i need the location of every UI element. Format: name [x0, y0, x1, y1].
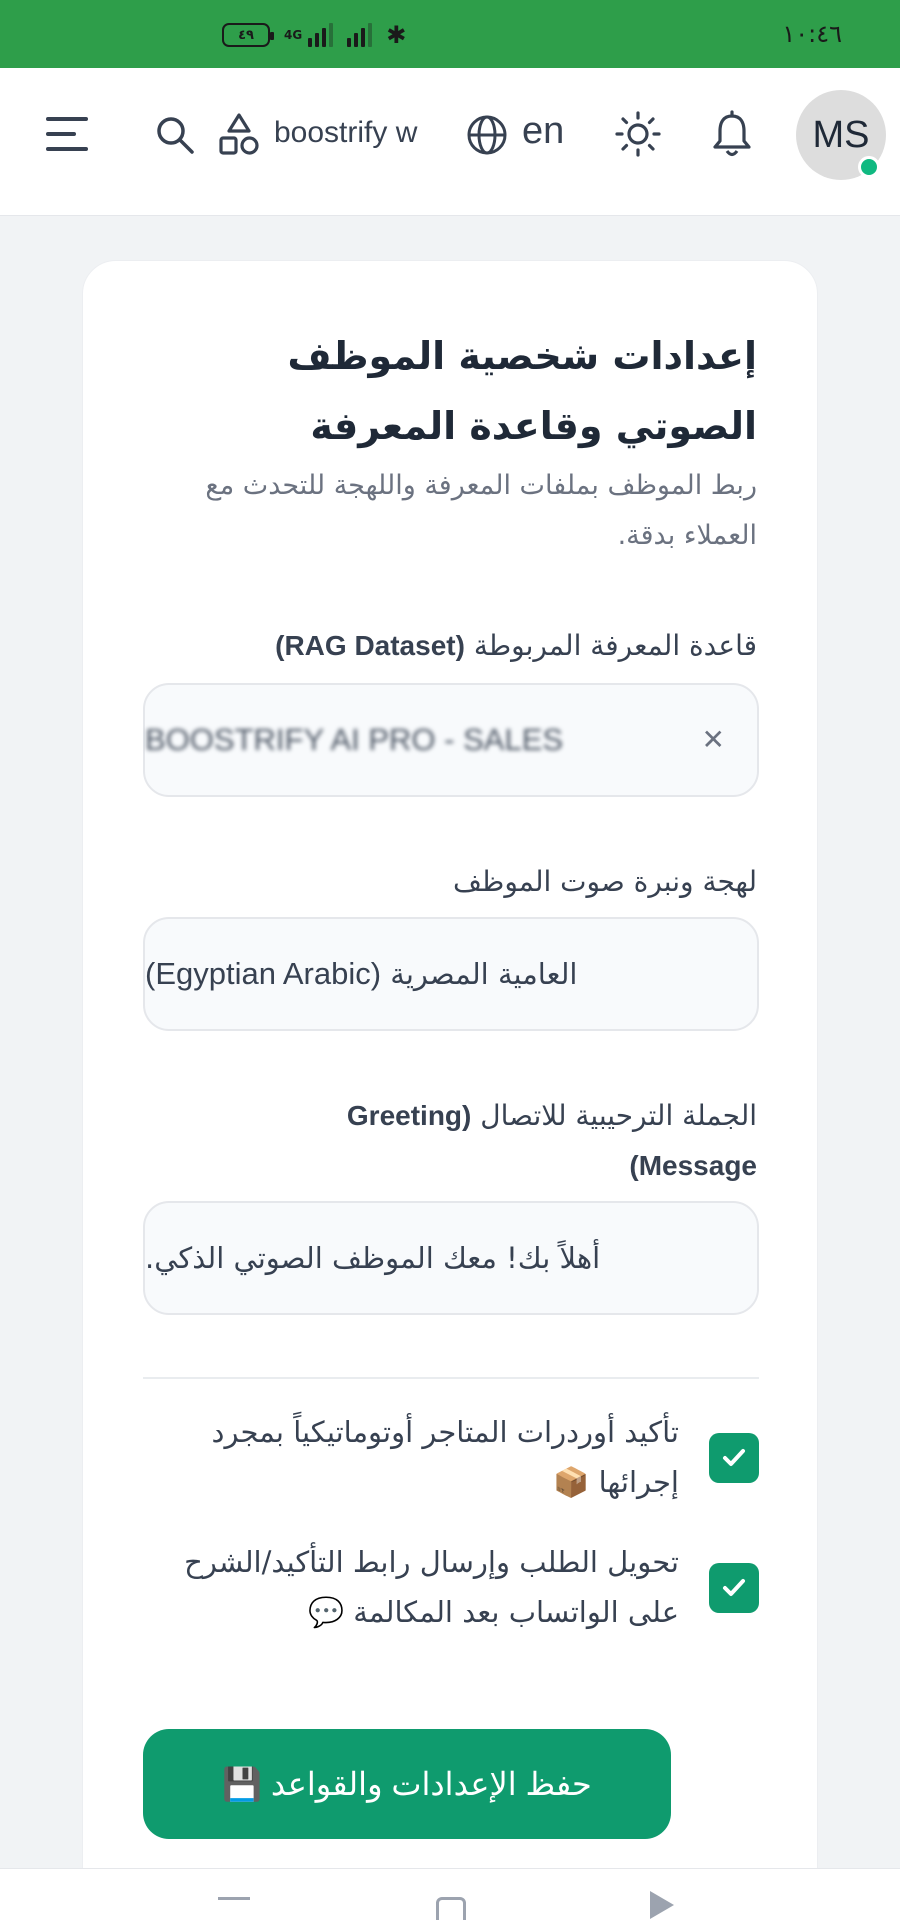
dataset-label: قاعدة المعرفة المربوطة (RAG Dataset) — [141, 621, 757, 671]
dialect-value-en: (Egyptian Arabic) — [145, 956, 382, 991]
sun-icon[interactable] — [614, 110, 662, 158]
app-header: boostrify w en MS — [0, 68, 900, 216]
signal-2-icon — [347, 23, 373, 47]
status-time: ١٠:٤٦ — [782, 20, 842, 48]
page-subtitle: ربط الموظف بملفات المعرفة واللهجة للتحدث… — [205, 470, 757, 551]
online-indicator — [858, 156, 880, 178]
dataset-label-ar: قاعدة المعرفة المربوطة — [473, 629, 757, 662]
clear-icon[interactable]: ✕ — [702, 723, 725, 756]
status-icons: ٤٩ 4G ✱ — [222, 20, 406, 50]
voice-agent-settings-card: إعدادات شخصية الموظف الصوتي وقاعدة المعر… — [82, 260, 818, 1920]
network-type: 4G — [284, 28, 303, 42]
dialect-label: لهجة ونبرة صوت الموظف — [453, 865, 757, 898]
dataset-select[interactable]: BOOSTRIFY AI PRO - SALES ✕ — [143, 683, 759, 797]
save-settings-button[interactable]: حفظ الإعدادات والقواعد 💾 — [143, 1729, 671, 1839]
search-icon[interactable] — [154, 114, 196, 156]
whatsapp-transfer-checkbox[interactable] — [709, 1563, 759, 1613]
system-nav-bar — [0, 1868, 900, 1920]
check-icon — [723, 1449, 745, 1466]
check-icon — [723, 1579, 745, 1596]
dialect-value-ar: العامية المصرية — [390, 957, 578, 991]
dialect-select[interactable]: العامية المصرية (Egyptian Arabic) — [143, 917, 759, 1031]
workspace-name[interactable]: boostrify w — [274, 116, 417, 150]
greeting-label-en-1: (Greeting — [346, 1100, 472, 1131]
greeting-label-en-2: Message) — [629, 1150, 757, 1181]
home-icon[interactable] — [436, 1897, 466, 1920]
status-bar: ٤٩ 4G ✱ ١٠:٤٦ — [0, 0, 900, 68]
greeting-input[interactable]: أهلاً بك! معك الموظف الصوتي الذكي. — [143, 1201, 759, 1315]
shapes-icon[interactable] — [218, 112, 260, 158]
dataset-label-en: (RAG Dataset) — [275, 630, 465, 661]
greeting-value: أهلاً بك! معك الموظف الصوتي الذكي. — [145, 1241, 601, 1275]
globe-icon[interactable] — [466, 114, 508, 156]
battery-icon: ٤٩ — [222, 23, 274, 47]
menu-icon[interactable] — [46, 117, 88, 151]
greeting-label-ar: الجملة الترحيبية للاتصال — [480, 1099, 757, 1132]
whatsapp-transfer-label: تحويل الطلب وإرسال رابط التأكيد/الشرح عل… — [184, 1545, 679, 1629]
signal-icon — [308, 23, 334, 47]
back-icon[interactable] — [650, 1891, 674, 1919]
greeting-label: الجملة الترحيبية للاتصال (Greeting Messa… — [141, 1091, 757, 1191]
avatar-initials: MS — [812, 113, 870, 156]
battery-level: ٤٩ — [238, 27, 254, 43]
recent-apps-icon[interactable] — [218, 1897, 250, 1900]
page-title: إعدادات شخصية الموظف الصوتي وقاعدة المعر… — [287, 334, 757, 448]
bell-icon[interactable] — [710, 110, 754, 160]
divider — [143, 1377, 759, 1379]
dataset-value: BOOSTRIFY AI PRO - SALES — [145, 722, 564, 757]
auto-confirm-checkbox[interactable] — [709, 1433, 759, 1483]
language-switch[interactable]: en — [522, 110, 564, 153]
bluetooth-icon: ✱ — [386, 21, 407, 49]
auto-confirm-label: تأكيد أوردرات المتاجر أوتوماتيكياً بمجرد… — [211, 1415, 679, 1499]
